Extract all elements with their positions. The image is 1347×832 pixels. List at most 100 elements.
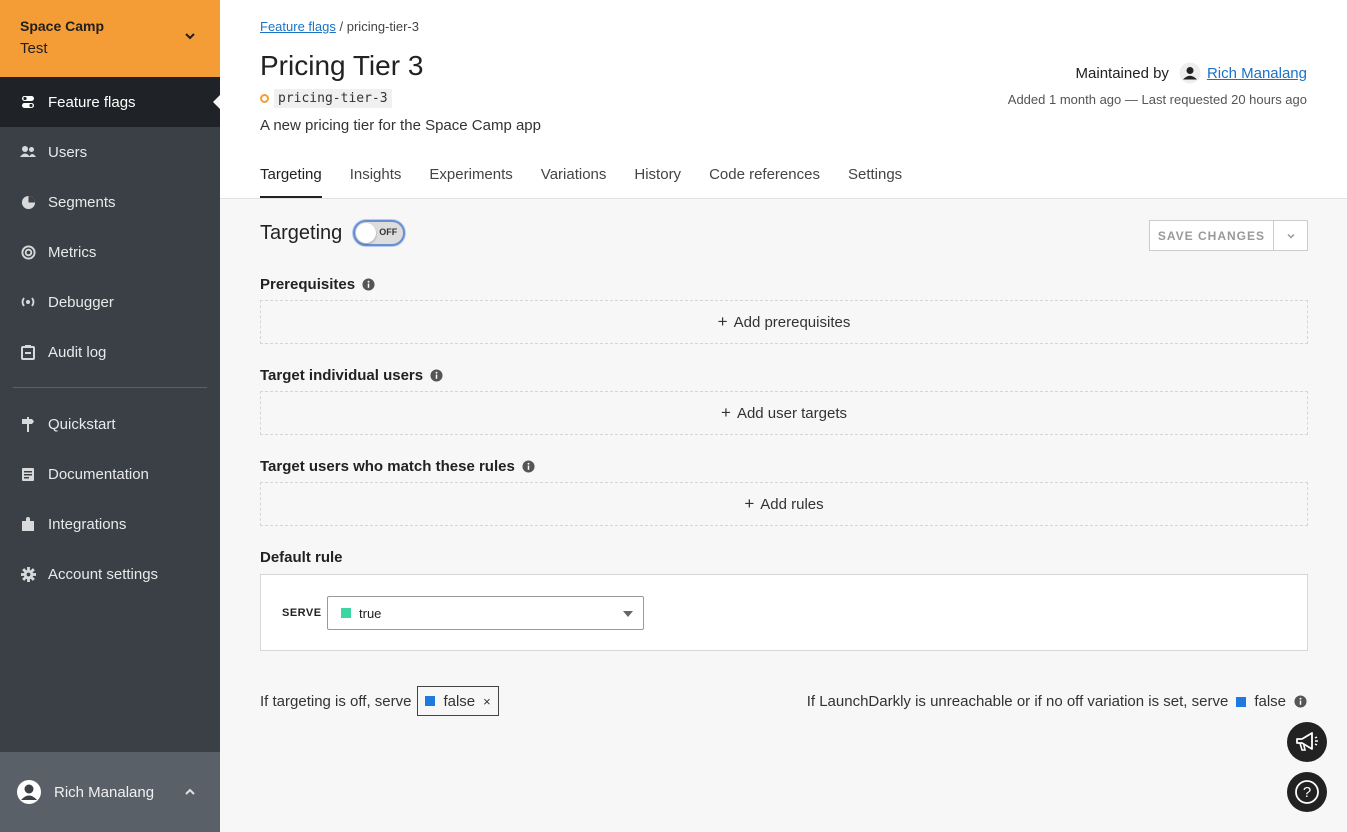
tab-history[interactable]: History: [634, 166, 681, 198]
add-rules-label: Add rules: [760, 495, 824, 513]
sidebar-item-debugger[interactable]: Debugger: [0, 277, 220, 327]
sidebar-item-metrics[interactable]: Metrics: [0, 227, 220, 277]
save-options-button[interactable]: [1274, 221, 1307, 250]
gear-icon: [20, 566, 36, 582]
serve-label: SERVE: [282, 607, 322, 619]
variation-swatch: [341, 608, 351, 618]
flag-key[interactable]: pricing-tier-3: [260, 89, 392, 108]
fallback-label: If LaunchDarkly is unreachable or if no …: [806, 693, 1229, 710]
sidebar-item-documentation[interactable]: Documentation: [0, 449, 220, 499]
tab-settings[interactable]: Settings: [848, 166, 902, 198]
sidebar-item-label: Quickstart: [48, 415, 116, 433]
project-name: Space Camp: [20, 18, 105, 34]
info-icon[interactable]: [522, 460, 535, 473]
users-icon: [20, 144, 36, 160]
tab-variations[interactable]: Variations: [541, 166, 607, 198]
toggle-knob: [356, 223, 377, 243]
save-changes-group: SAVE CHANGES: [1148, 220, 1308, 251]
pie-icon: [20, 194, 36, 210]
tab-code-references[interactable]: Code references: [709, 166, 820, 198]
sidebar-item-label: Integrations: [48, 515, 127, 533]
maintainer: Maintained by Rich Manalang: [1076, 62, 1307, 84]
announcements-button[interactable]: [1287, 722, 1327, 762]
environment-name: Test: [20, 40, 48, 57]
sidebar-item-segments[interactable]: Segments: [0, 177, 220, 227]
svg-text:?: ?: [1303, 784, 1311, 801]
add-user-targets-label: Add user targets: [736, 404, 847, 422]
sidebar-item-account-settings[interactable]: Account settings: [0, 549, 220, 599]
flag-description: A new pricing tier for the Space Camp ap…: [260, 117, 541, 134]
sidebar: Space Camp Test Feature flags Users Segm…: [0, 0, 220, 832]
clipboard-icon: [20, 344, 36, 360]
breadcrumb-separator: /: [339, 19, 344, 34]
targeting-header: Targeting OFF: [260, 220, 406, 246]
status-dot-icon: [260, 94, 269, 103]
off-variation-value: false: [443, 692, 476, 710]
sidebar-item-feature-flags[interactable]: Feature flags: [0, 77, 220, 127]
maintained-by-label: Maintained by: [1075, 64, 1169, 82]
sidebar-item-label: Metrics: [48, 243, 97, 261]
variation-swatch: [425, 696, 436, 706]
chevron-down-icon: [185, 33, 195, 40]
plus-icon: +: [744, 494, 755, 513]
selected-variation: true: [359, 605, 382, 621]
off-variation-select[interactable]: false ×: [417, 686, 499, 716]
prerequisites-label: Prerequisites: [260, 276, 356, 293]
tab-insights[interactable]: Insights: [350, 166, 402, 198]
signpost-icon: [20, 416, 36, 432]
plus-icon: +: [717, 312, 728, 331]
target-icon: [20, 244, 36, 260]
default-variation-select[interactable]: true: [327, 596, 644, 630]
targeting-label: Targeting: [260, 221, 343, 244]
toggle-icon: [20, 94, 36, 110]
sidebar-item-quickstart[interactable]: Quickstart: [0, 399, 220, 449]
plus-icon: +: [721, 403, 731, 422]
individual-targets-label: Target individual users: [260, 367, 424, 384]
user-menu[interactable]: Rich Manalang: [0, 752, 220, 832]
individual-targets-heading: Target individual users: [260, 367, 443, 384]
maintainer-link[interactable]: Rich Manalang: [1207, 65, 1307, 82]
flag-timestamps: Added 1 month ago — Last requested 20 ho…: [1007, 92, 1307, 107]
help-button[interactable]: ?: [1287, 772, 1327, 812]
tab-experiments[interactable]: Experiments: [429, 166, 512, 198]
fallback-variation-row: If LaunchDarkly is unreachable or if no …: [807, 693, 1307, 710]
user-icon: [1179, 62, 1201, 84]
add-user-targets-button[interactable]: + Add user targets: [260, 391, 1308, 435]
save-changes-button[interactable]: SAVE CHANGES: [1150, 221, 1274, 250]
chevron-up-icon: [185, 788, 195, 795]
main-content: Feature flags / pricing-tier-3 Pricing T…: [220, 0, 1347, 832]
sidebar-item-label: Debugger: [48, 293, 114, 311]
sidebar-item-audit-log[interactable]: Audit log: [0, 327, 220, 377]
megaphone-icon: [1296, 732, 1318, 751]
flag-tabs: Targeting Insights Experiments Variation…: [260, 166, 930, 198]
breadcrumb: Feature flags / pricing-tier-3: [260, 19, 419, 34]
sidebar-item-label: Documentation: [48, 465, 149, 483]
prerequisites-heading: Prerequisites: [260, 276, 375, 293]
toggle-state: OFF: [379, 227, 398, 237]
sidebar-item-label: Users: [48, 143, 88, 161]
sidebar-item-label: Account settings: [48, 565, 159, 583]
tab-targeting[interactable]: Targeting: [260, 166, 322, 198]
chevron-down-icon: [1286, 233, 1295, 239]
sidebar-item-users[interactable]: Users: [0, 127, 220, 177]
targeting-toggle[interactable]: OFF: [353, 220, 406, 246]
sidebar-item-label: Segments: [48, 193, 116, 211]
off-variation-label: If targeting is off, serve: [260, 692, 412, 710]
default-rule-heading: Default rule: [260, 549, 343, 566]
document-icon: [20, 466, 36, 482]
info-icon[interactable]: [430, 369, 443, 382]
add-prerequisites-label: Add prerequisites: [733, 313, 851, 331]
rules-heading: Target users who match these rules: [260, 458, 535, 475]
info-icon[interactable]: [1294, 695, 1307, 708]
info-icon[interactable]: [362, 278, 375, 291]
sidebar-item-integrations[interactable]: Integrations: [0, 499, 220, 549]
breadcrumb-link-feature-flags[interactable]: Feature flags: [260, 19, 336, 34]
clear-icon[interactable]: ×: [483, 694, 491, 709]
sidebar-divider: [13, 387, 207, 388]
project-switcher[interactable]: Space Camp Test: [0, 0, 220, 77]
add-prerequisites-button[interactable]: + Add prerequisites: [260, 300, 1308, 344]
sidebar-item-label: Feature flags: [48, 93, 136, 111]
off-variation-row: If targeting is off, serve false ×: [260, 686, 499, 716]
add-rules-button[interactable]: + Add rules: [260, 482, 1308, 526]
flag-key-text: pricing-tier-3: [274, 89, 392, 108]
